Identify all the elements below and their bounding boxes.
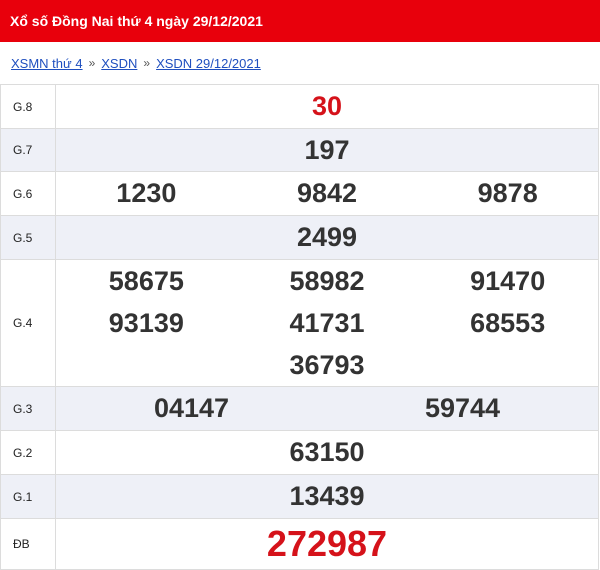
prize-numbers: 2499 — [55, 215, 599, 260]
prize-label: ĐB — [0, 518, 56, 570]
table-row-g5: G.5 2499 — [0, 215, 599, 260]
breadcrumb-separator: » — [88, 56, 96, 70]
prize-number: 2499 — [296, 222, 358, 252]
prize-number: 58675 — [108, 265, 184, 296]
prize-label: G.7 — [0, 128, 56, 172]
prize-number: 13439 — [289, 481, 365, 511]
prize-label: G.4 — [0, 259, 56, 387]
prize-number: 04147 — [153, 393, 230, 423]
prize-number: 59744 — [424, 393, 501, 423]
table-row-special: ĐB 272987 — [0, 518, 599, 570]
prize-label: G.2 — [0, 430, 56, 475]
prize-number: 9842 — [296, 178, 358, 208]
prize-label: G.6 — [0, 171, 56, 216]
table-row-g3: G.3 04147 59744 — [0, 386, 599, 431]
prize-number: 91470 — [470, 265, 546, 296]
breadcrumb-link-xsdn-date[interactable]: XSDN 29/12/2021 — [156, 56, 261, 71]
table-row-g1: G.1 13439 — [0, 474, 599, 519]
prize-numbers: 04147 59744 — [55, 386, 599, 431]
table-row-g6: G.6 1230 9842 9878 — [0, 171, 599, 216]
prize-numbers: 30 — [55, 84, 599, 129]
prize-number: 9878 — [477, 178, 538, 208]
page-title: Xổ số Đồng Nai thứ 4 ngày 29/12/2021 — [10, 13, 263, 29]
table-row-g2: G.2 63150 — [0, 430, 599, 475]
prize-numbers: 197 — [55, 128, 599, 172]
breadcrumb: XSMN thứ 4 » XSDN » XSDN 29/12/2021 — [0, 42, 600, 84]
breadcrumb-link-xsdn[interactable]: XSDN — [101, 56, 137, 71]
prize-label: G.1 — [0, 474, 56, 519]
table-row-g7: G.7 197 — [0, 128, 599, 172]
prize-number: 197 — [304, 134, 350, 165]
prize-number: 1230 — [116, 178, 177, 208]
table-row-g8: G.8 30 — [0, 84, 599, 129]
prize-numbers: 272987 — [55, 518, 599, 570]
prize-number: 93139 — [108, 307, 184, 338]
prize-label: G.3 — [0, 386, 56, 431]
breadcrumb-separator: » — [143, 56, 151, 70]
special-prize-number: 272987 — [266, 523, 388, 564]
prize-number: 41731 — [289, 307, 365, 338]
prize-number: 30 — [311, 91, 343, 121]
prize-number: 58982 — [289, 265, 365, 296]
prize-numbers: 13439 — [55, 474, 599, 519]
prize-numbers: 1230 9842 9878 — [55, 171, 599, 216]
prize-numbers: 58675 58982 91470 93139 41731 68553 3679… — [55, 259, 599, 387]
prize-number: 63150 — [289, 437, 365, 467]
prize-numbers: 63150 — [55, 430, 599, 475]
prize-label: G.8 — [0, 84, 56, 129]
prize-number: 36793 — [289, 349, 365, 380]
page-header: Xổ số Đồng Nai thứ 4 ngày 29/12/2021 — [0, 0, 600, 42]
breadcrumb-link-xsmn-thu-4[interactable]: XSMN thứ 4 — [11, 56, 83, 71]
prize-label: G.5 — [0, 215, 56, 260]
results-table: G.8 30 G.7 197 G.6 1230 9842 9878 G.5 24… — [0, 84, 599, 570]
table-row-g4: G.4 58675 58982 91470 93139 41731 68553 … — [0, 259, 599, 387]
prize-number: 68553 — [470, 307, 546, 338]
